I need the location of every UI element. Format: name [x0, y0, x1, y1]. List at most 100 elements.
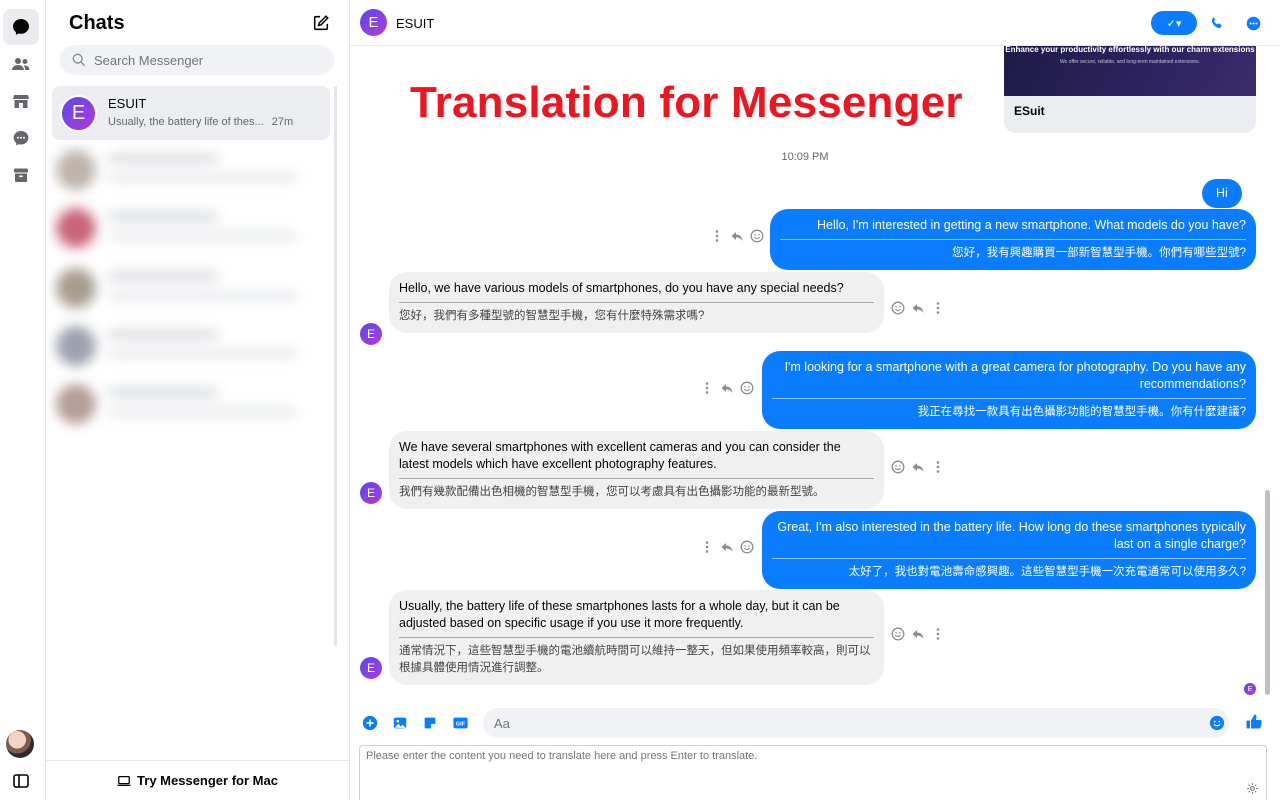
message-actions — [700, 540, 754, 554]
toggle-sidebar-icon[interactable] — [3, 763, 39, 799]
reply-icon[interactable] — [911, 627, 925, 641]
message-bubble-outgoing[interactable]: Hi — [1202, 179, 1242, 208]
sender-avatar: E — [360, 657, 382, 679]
message-text: Usually, the battery life of these smart… — [399, 598, 874, 632]
message-translation: 我們有幾款配備出色相機的智慧型手機，您可以考慮具有出色攝影功能的最新型號。 — [399, 484, 874, 501]
react-emoji-icon[interactable] — [891, 301, 905, 315]
profile-avatar[interactable] — [6, 730, 34, 758]
promo-title: Translation for Messenger — [410, 78, 963, 128]
gif-icon[interactable]: GIF — [451, 714, 469, 732]
contact-avatar[interactable]: E — [360, 9, 387, 36]
thumbs-up-icon[interactable] — [1245, 712, 1263, 730]
translate-input[interactable] — [360, 746, 1230, 786]
reply-icon[interactable] — [720, 540, 734, 554]
translation-divider — [772, 398, 1246, 399]
message-bubble-incoming[interactable]: We have several smartphones with excelle… — [389, 431, 884, 509]
contact-name[interactable]: ESUIT — [396, 16, 434, 31]
translate-toggle-button[interactable]: ✓▾ — [1151, 11, 1197, 35]
message-text: Hello, we have various models of smartph… — [399, 280, 874, 297]
emoji-icon[interactable] — [1208, 714, 1226, 732]
more-vertical-icon[interactable] — [931, 460, 945, 474]
message-text: I'm looking for a smartphone with a grea… — [772, 359, 1246, 393]
link-preview-card[interactable]: Enhance your productivity effortlessly w… — [1004, 32, 1256, 133]
chat-time: 27m — [272, 116, 293, 128]
more-vertical-icon[interactable] — [931, 301, 945, 315]
react-emoji-icon[interactable] — [891, 627, 905, 641]
message-translation: 您好，我有興趣購買一部新智慧型手機。你們有哪些型號? — [780, 245, 1246, 262]
message-actions — [891, 460, 945, 474]
message-actions — [891, 301, 945, 315]
sticker-icon[interactable] — [421, 714, 439, 732]
more-options-icon[interactable] — [1242, 12, 1264, 34]
sender-avatar: E — [360, 482, 382, 504]
blurred-chat-item[interactable] — [52, 262, 322, 316]
new-message-button[interactable] — [308, 10, 334, 36]
gear-icon[interactable] — [1244, 780, 1260, 796]
plus-circle-icon[interactable] — [361, 714, 379, 732]
gif-icon-label: GIF — [455, 722, 465, 728]
blurred-chat-item[interactable] — [52, 320, 322, 374]
conversation-panel: Enhance your productivity effortlessly w… — [350, 0, 1280, 800]
chat-name: ESUIT — [108, 96, 146, 111]
blurred-chat-item[interactable] — [52, 144, 322, 198]
search-icon — [72, 53, 86, 67]
blurred-chat-item[interactable] — [52, 202, 322, 256]
more-vertical-icon[interactable] — [700, 540, 714, 554]
left-rail — [0, 0, 46, 800]
chats-panel: Chats E ESUIT Usually, the battery life … — [46, 0, 350, 800]
react-emoji-icon[interactable] — [891, 460, 905, 474]
message-bubble-incoming[interactable]: Hello, we have various models of smartph… — [389, 272, 884, 333]
message-input-box[interactable] — [483, 708, 1229, 738]
react-emoji-icon[interactable] — [740, 540, 754, 554]
blurred-chat-item[interactable] — [52, 378, 322, 432]
message-bubble-incoming[interactable]: Usually, the battery life of these smart… — [389, 590, 884, 685]
more-vertical-icon[interactable] — [710, 229, 724, 243]
react-emoji-icon[interactable] — [750, 229, 764, 243]
reply-icon[interactable] — [720, 381, 734, 395]
phone-icon[interactable] — [1206, 12, 1228, 34]
reply-icon[interactable] — [911, 460, 925, 474]
message-text: Hello, I'm interested in getting a new s… — [780, 217, 1246, 234]
try-messenger-mac-button[interactable]: Try Messenger for Mac — [46, 760, 349, 800]
message-actions — [891, 627, 945, 641]
chats-scrollbar[interactable] — [334, 86, 337, 646]
people-nav-icon[interactable] — [3, 46, 39, 82]
message-requests-nav-icon[interactable] — [3, 120, 39, 156]
conversation-scrollbar[interactable] — [1265, 490, 1270, 695]
seen-indicator-avatar: E — [1244, 683, 1256, 695]
conversation-header: E ESUIT ✓▾ — [350, 0, 1280, 46]
photo-icon[interactable] — [391, 714, 409, 732]
message-actions — [710, 229, 764, 243]
more-vertical-icon[interactable] — [700, 381, 714, 395]
search-input[interactable] — [94, 53, 314, 68]
message-translation: 太好了，我也對電池壽命感興趣。這些智慧型手機一次充電通常可以使用多久? — [772, 564, 1246, 581]
message-input[interactable] — [494, 716, 1184, 731]
archive-nav-icon[interactable] — [3, 157, 39, 193]
react-emoji-icon[interactable] — [740, 381, 754, 395]
chat-avatar: E — [60, 95, 97, 132]
message-bubble-outgoing[interactable]: I'm looking for a smartphone with a grea… — [762, 351, 1256, 429]
translate-input-area[interactable] — [359, 745, 1267, 800]
link-preview-title: ESuit — [1014, 104, 1045, 118]
translation-divider — [399, 478, 874, 479]
compose-icon — [312, 14, 330, 32]
translation-divider — [399, 302, 874, 303]
more-vertical-icon[interactable] — [931, 627, 945, 641]
message-bubble-outgoing[interactable]: Hello, I'm interested in getting a new s… — [770, 209, 1256, 270]
message-text: Great, I'm also interested in the batter… — [772, 519, 1246, 553]
reply-icon[interactable] — [730, 229, 744, 243]
reply-icon[interactable] — [911, 301, 925, 315]
marketplace-nav-icon[interactable] — [3, 83, 39, 119]
message-text: Hi — [1216, 185, 1228, 202]
message-timestamp: 10:09 PM — [350, 151, 1260, 163]
message-composer: GIF — [350, 705, 1280, 741]
search-box[interactable] — [60, 45, 334, 75]
message-translation: 您好，我們有多種型號的智慧型手機，您有什麼特殊需求嗎? — [399, 308, 874, 325]
message-bubble-outgoing[interactable]: Great, I'm also interested in the batter… — [762, 511, 1256, 589]
message-text: We have several smartphones with excelle… — [399, 439, 874, 473]
chats-nav-icon[interactable] — [3, 9, 39, 45]
chat-list-item-active[interactable]: E ESUIT Usually, the battery life of the… — [52, 86, 330, 140]
message-translation: 我正在尋找一款具有出色攝影功能的智慧型手機。你有什麼建議? — [772, 404, 1246, 421]
link-preview-subline: We offer secure, reliable, and long-term… — [1004, 59, 1256, 65]
chat-preview: Usually, the battery life of thes...27m — [108, 116, 293, 128]
